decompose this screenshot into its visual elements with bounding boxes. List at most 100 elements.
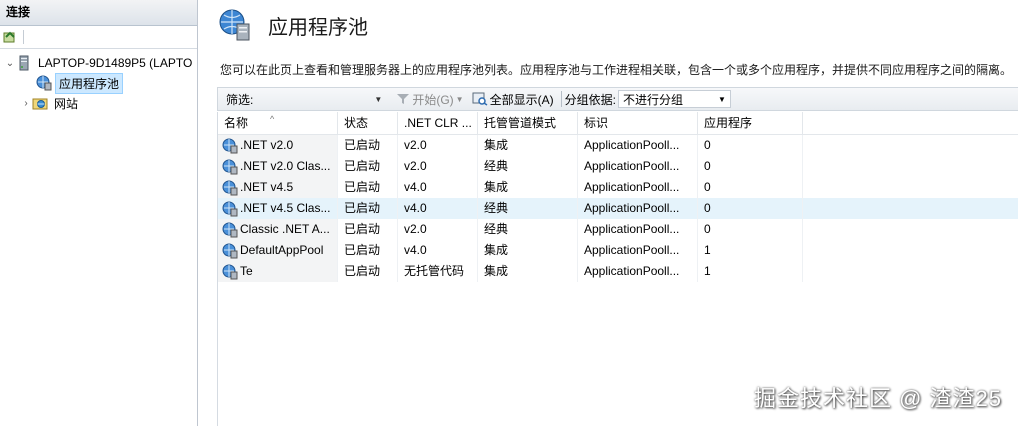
show-all-label: 全部显示(A) <box>489 92 554 107</box>
row-name-cell: .NET v2.0 Clas... <box>218 156 338 177</box>
connections-toolbar <box>0 26 197 49</box>
tree-item-server[interactable]: ⌄ LAPTOP-9D1489P5 (LAPTO <box>0 53 197 73</box>
row-clr-version: v2.0 <box>398 219 478 240</box>
toolbar-separator <box>560 91 562 107</box>
filter-dropdown-icon[interactable]: ▼ <box>374 95 384 104</box>
tree-item-app-pools[interactable]: 应用程序池 <box>0 72 197 94</box>
list-header: ^ 名称 状态 .NET CLR ... 托管管道模式 标识 应用程序 <box>218 112 1018 135</box>
collapse-icon[interactable]: ⌄ <box>4 58 16 69</box>
table-row[interactable]: .NET v4.5 Clas... 已启动 v4.0 经典 ApplicationPoo… <box>218 198 1018 219</box>
row-app-count: 1 <box>698 240 803 261</box>
row-pipeline-mode: 集成 <box>478 177 578 198</box>
row-name-cell: DefaultAppPool <box>218 240 338 261</box>
funnel-icon <box>397 94 410 104</box>
row-clr-version: 无托管代码 <box>398 261 478 282</box>
group-by-select[interactable]: 不进行分组 ▼ <box>617 90 731 108</box>
expand-icon[interactable]: › <box>20 98 32 109</box>
row-app-count: 1 <box>698 261 803 282</box>
row-identity: ApplicationPooll... <box>578 261 698 282</box>
row-identity: ApplicationPooll... <box>578 156 698 177</box>
column-header-identity[interactable]: 标识 <box>578 112 698 134</box>
row-pipeline-mode: 集成 <box>478 240 578 261</box>
table-row[interactable]: Classic .NET A... 已启动 v2.0 经典 ApplicationPoo… <box>218 219 1018 240</box>
column-header-state[interactable]: 状态 <box>338 112 398 134</box>
app-pool-icon <box>222 138 238 154</box>
row-app-count: 0 <box>698 198 803 219</box>
column-header-pipeline[interactable]: 托管管道模式 <box>478 112 578 134</box>
page-title: 应用程序池 <box>268 16 368 39</box>
tree-item-label: LAPTOP-9D1489P5 (LAPTO <box>38 56 193 70</box>
sort-ascending-icon: ^ <box>270 114 275 124</box>
connections-pane: 连接 ⌄ LAPTOP-9D1489P5 (LAPTO 应用程序池 › 网站 <box>0 0 198 426</box>
filter-input[interactable] <box>255 89 375 109</box>
content-area: 应用程序池 您可以在此页上查看和管理服务器上的应用程序池列表。应用程序池与工作进… <box>205 0 1018 426</box>
chevron-down-icon: ▼ <box>718 94 726 104</box>
app-pool-icon <box>222 180 238 196</box>
app-pool-icon <box>36 75 52 91</box>
row-pipeline-mode: 集成 <box>478 261 578 282</box>
row-name-cell: .NET v4.5 Clas... <box>218 198 338 219</box>
app-pools-list: ^ 名称 状态 .NET CLR ... 托管管道模式 标识 应用程序 .NET… <box>217 112 1018 426</box>
row-name: .NET v2.0 <box>240 138 294 152</box>
row-state: 已启动 <box>338 177 398 198</box>
app-pool-icon <box>222 222 238 238</box>
row-name: Classic .NET A... <box>240 222 330 236</box>
row-state: 已启动 <box>338 240 398 261</box>
row-state: 已启动 <box>338 135 398 156</box>
group-by-label: 分组依据: <box>564 92 616 107</box>
row-pipeline-mode: 经典 <box>478 198 578 219</box>
row-name: .NET v4.5 <box>240 180 294 194</box>
row-state: 已启动 <box>338 261 398 282</box>
row-state: 已启动 <box>338 198 398 219</box>
page-description: 您可以在此页上查看和管理服务器上的应用程序池列表。应用程序池与工作进程相关联，包… <box>220 63 1013 77</box>
server-icon <box>19 55 29 71</box>
toolbar-separator <box>23 30 24 44</box>
app-pool-icon <box>222 264 238 280</box>
column-header-label: 名称 <box>224 116 249 130</box>
table-row[interactable]: Te 已启动 无托管代码 集成 ApplicationPooll... 1 <box>218 261 1018 282</box>
column-header-name[interactable]: ^ 名称 <box>218 112 338 134</box>
table-row[interactable]: .NET v2.0 已启动 v2.0 集成 ApplicationPooll... 0 <box>218 135 1018 156</box>
show-all-button[interactable]: 全部显示(A) <box>468 91 558 108</box>
table-row[interactable]: .NET v4.5 已启动 v4.0 集成 ApplicationPooll... 0 <box>218 177 1018 198</box>
title-row: 应用程序池 <box>218 8 368 42</box>
row-name: DefaultAppPool <box>240 243 324 257</box>
connections-tree: ⌄ LAPTOP-9D1489P5 (LAPTO 应用程序池 › 网站 <box>0 49 197 113</box>
start-button-label: 开始(G) <box>412 92 454 107</box>
row-name: Te <box>240 264 253 278</box>
row-clr-version: v2.0 <box>398 156 478 177</box>
list-body: .NET v2.0 已启动 v2.0 集成 ApplicationPooll... 0 .N… <box>218 135 1018 282</box>
filter-toolbar: 筛选: ▼ 开始(G) ▼ 全部显示(A) 分组依据: 不进行分组 ▼ <box>217 87 1018 111</box>
row-name: .NET v4.5 Clas... <box>240 201 331 215</box>
row-identity: ApplicationPooll... <box>578 198 698 219</box>
show-all-icon <box>472 92 488 106</box>
row-app-count: 0 <box>698 177 803 198</box>
row-pipeline-mode: 经典 <box>478 219 578 240</box>
column-header-clr[interactable]: .NET CLR ... <box>398 112 478 134</box>
tree-item-sites[interactable]: › 网站 <box>0 93 197 113</box>
row-clr-version: v4.0 <box>398 240 478 261</box>
row-app-count: 0 <box>698 135 803 156</box>
group-by-value: 不进行分组 <box>622 92 683 107</box>
row-name-cell: Te <box>218 261 338 282</box>
row-state: 已启动 <box>338 219 398 240</box>
row-name-cell: .NET v2.0 <box>218 135 338 156</box>
row-clr-version: v4.0 <box>398 177 478 198</box>
start-dropdown-icon: ▼ <box>455 94 464 104</box>
row-app-count: 0 <box>698 156 803 177</box>
row-identity: ApplicationPooll... <box>578 135 698 156</box>
table-row[interactable]: .NET v2.0 Clas... 已启动 v2.0 经典 ApplicationPoo… <box>218 156 1018 177</box>
row-app-count: 0 <box>698 219 803 240</box>
connections-header: 连接 <box>0 0 197 26</box>
app-pools-large-icon <box>219 9 250 41</box>
sites-icon <box>32 98 48 110</box>
tree-item-label: 网站 <box>54 96 79 111</box>
app-pool-icon <box>222 159 238 175</box>
start-button[interactable]: 开始(G) ▼ <box>392 91 467 108</box>
row-pipeline-mode: 集成 <box>478 135 578 156</box>
app-pool-icon <box>222 243 238 259</box>
connect-icon[interactable] <box>3 30 17 44</box>
column-header-apps[interactable]: 应用程序 <box>698 112 803 134</box>
row-name: .NET v2.0 Clas... <box>240 159 331 173</box>
table-row[interactable]: DefaultAppPool 已启动 v4.0 集成 ApplicationPooll.… <box>218 240 1018 261</box>
